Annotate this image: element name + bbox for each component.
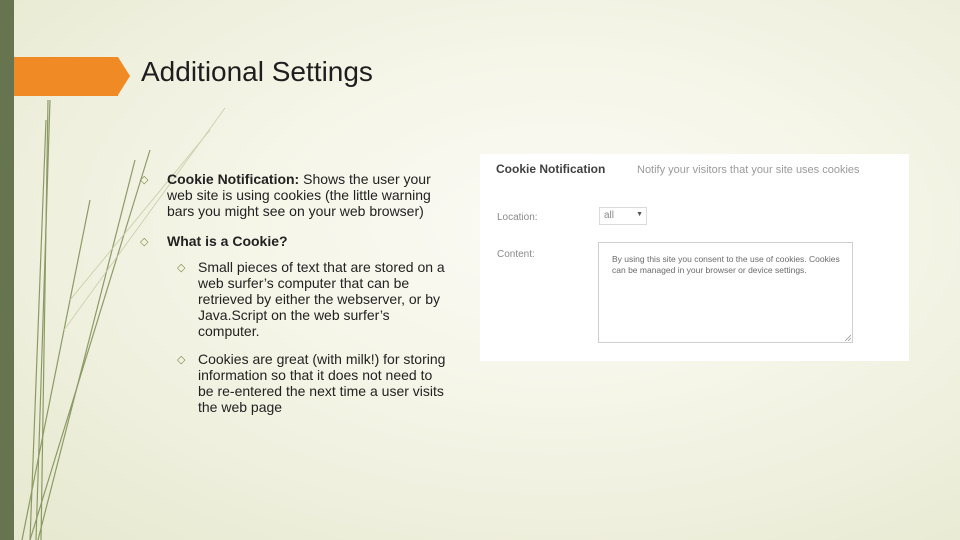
diamond-bullet-icon: ◇ [140, 236, 149, 248]
diamond-bullet-icon: ◇ [177, 354, 186, 366]
cookie-notification-heading: Cookie Notification [496, 162, 606, 176]
content-textarea[interactable]: By using this site you consent to the us… [598, 242, 853, 343]
resize-handle-icon[interactable] [844, 334, 851, 341]
sub-bullet-cookies-great: ◇ Cookies are great (with milk!) for sto… [140, 351, 451, 415]
content-label: Content: [497, 249, 535, 260]
location-select-value: all [604, 210, 615, 221]
diamond-bullet-icon: ◇ [140, 174, 149, 186]
sub-bullet-small-pieces: ◇ Small pieces of text that are stored o… [140, 259, 451, 339]
chevron-down-icon: ▼ [636, 211, 643, 218]
sub-bullet-text: Cookies are great (with milk!) for stori… [198, 351, 446, 415]
sub-bullet-text: Small pieces of text that are stored on … [198, 259, 445, 339]
bullet-what-is-cookie: ◇ What is a Cookie? [140, 233, 453, 249]
title-accent-tab-tip [118, 57, 130, 95]
bullet-label: Cookie Notification: [167, 171, 300, 187]
slide-title: Additional Settings [141, 56, 373, 87]
bullet-label: What is a Cookie? [167, 233, 288, 249]
location-select[interactable]: all ▼ [599, 207, 647, 225]
slide-content: ◇ Cookie Notification: Shows the user yo… [140, 171, 460, 415]
content-textarea-value: By using this site you consent to the us… [612, 254, 840, 275]
bullet-cookie-notification: ◇ Cookie Notification: Shows the user yo… [140, 171, 453, 219]
location-label: Location: [497, 212, 538, 223]
cookie-notification-description: Notify your visitors that your site uses… [637, 164, 860, 176]
title-accent-tab [14, 57, 118, 96]
diamond-bullet-icon: ◇ [177, 262, 186, 274]
cookie-settings-screenshot: Cookie Notification Notify your visitors… [480, 154, 909, 361]
